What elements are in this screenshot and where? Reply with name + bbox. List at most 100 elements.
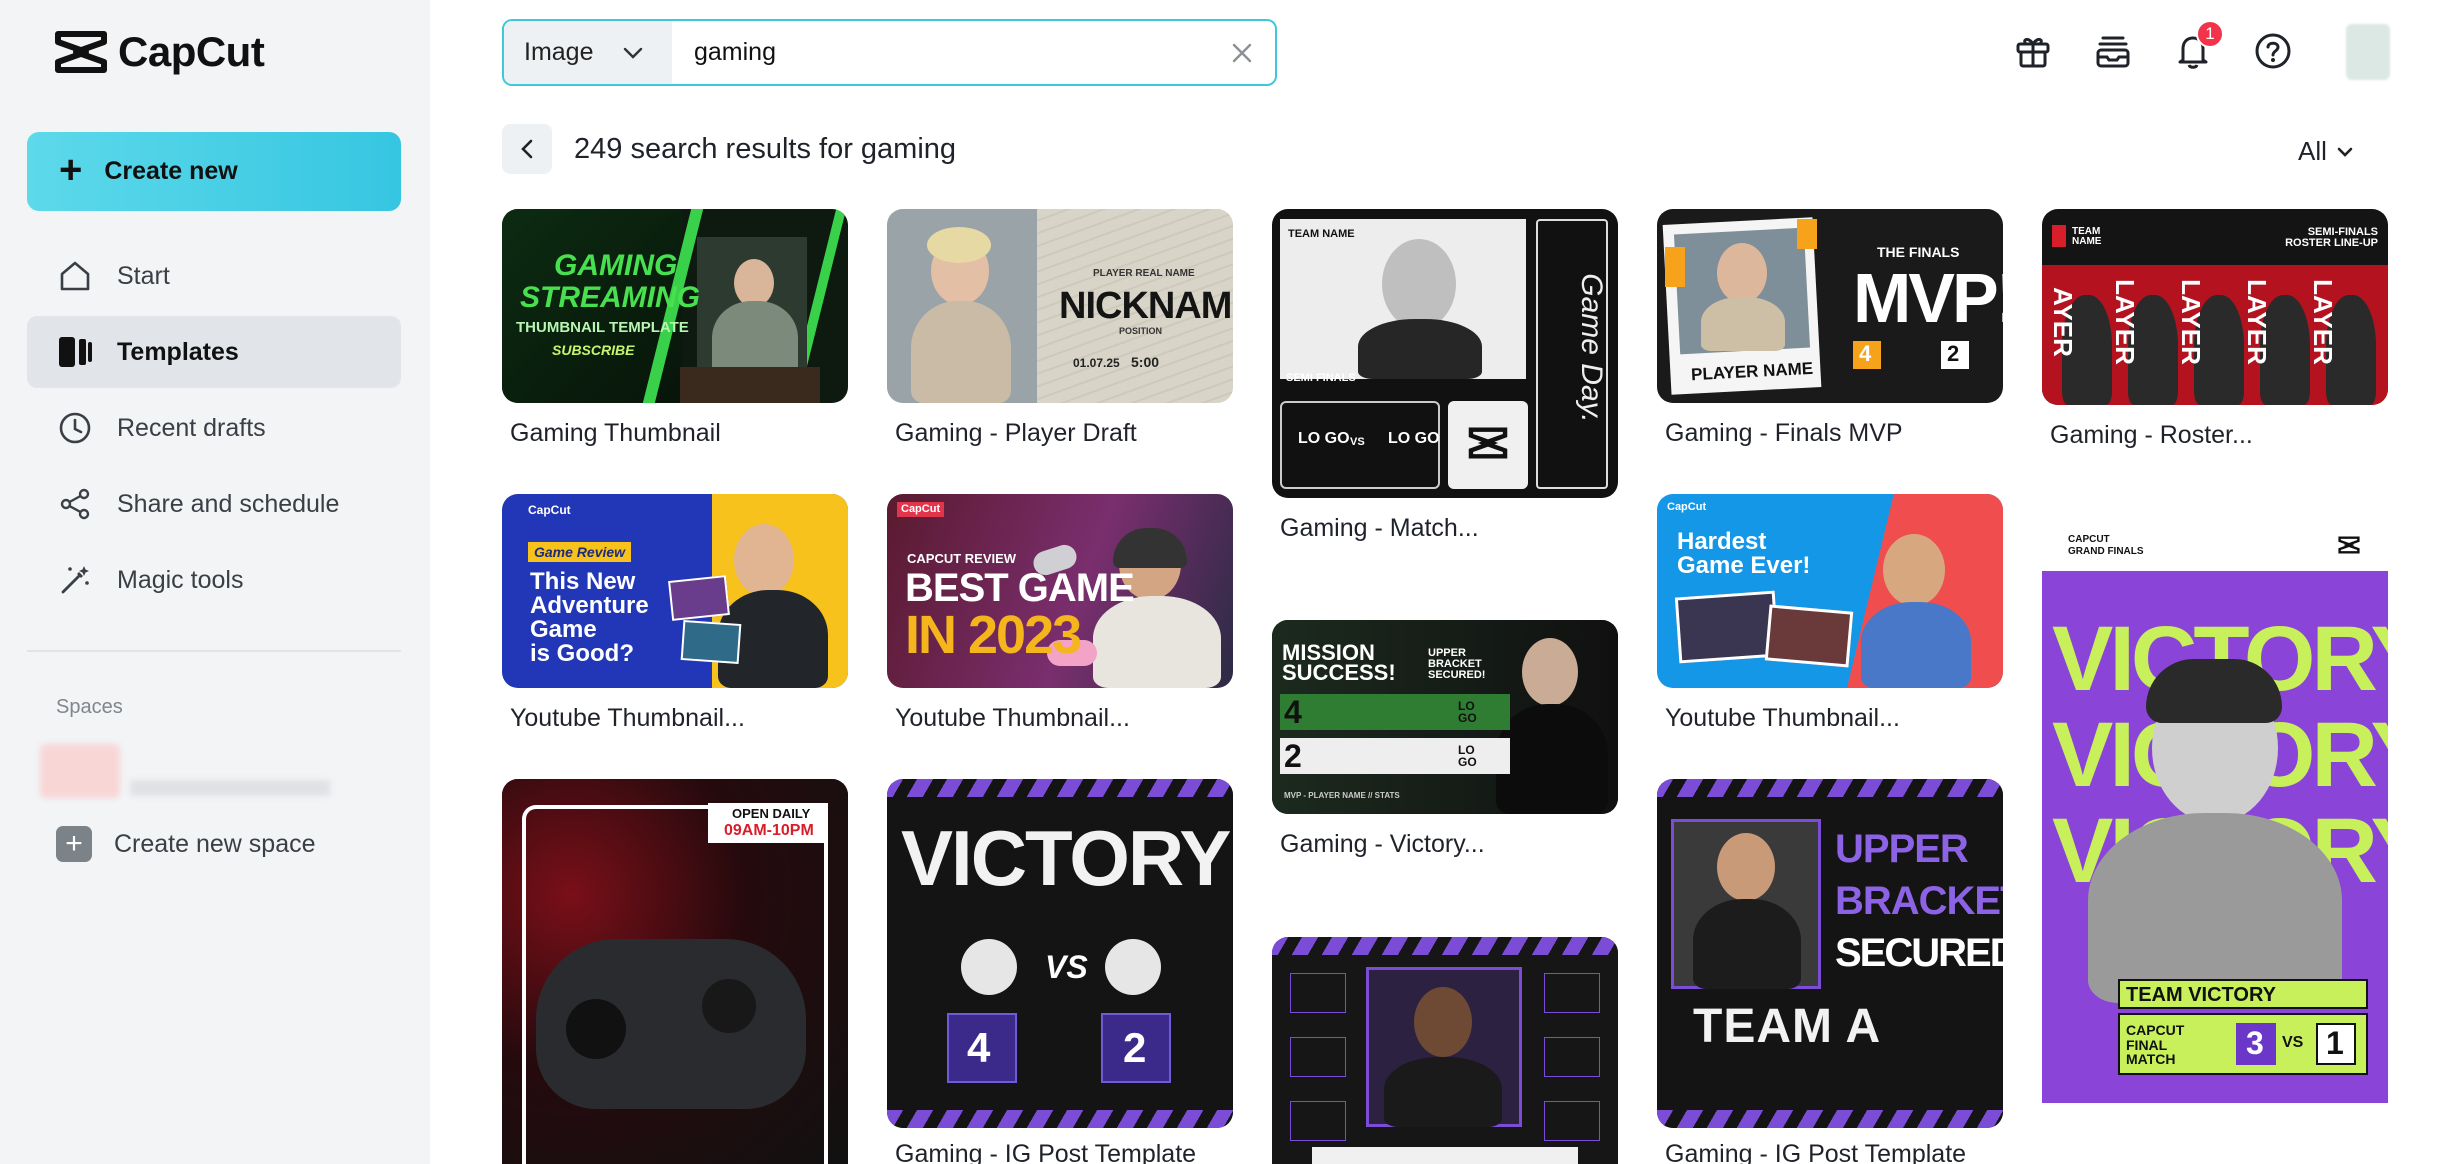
thumbnail-text: VS [1350,436,1365,448]
templates-icon [57,334,93,370]
thumbnail-text: CapCut [897,502,945,517]
capcut-logo-icon [1468,427,1508,459]
thumbnail-logo [2052,225,2066,247]
template-title: Gaming - Match... [1280,514,1479,542]
template-card-youtube-thumbnail-hardest-game[interactable]: CapCut Hardest Game Ever! Youtube Thumbn… [1657,494,2003,744]
user-avatar[interactable] [2346,24,2390,80]
create-new-space-label: Create new space [114,829,316,858]
template-card-youtube-thumbnail[interactable]: CapCut Game Review This New Adventure Ga… [502,494,848,744]
capcut-logo-icon [55,31,107,73]
thumbnail-person [734,259,774,307]
sidebar-item-recent-drafts[interactable]: Recent drafts [27,392,401,464]
thumbnail-text: BEST GAME [905,566,1135,610]
template-card-ig-post-victory[interactable]: VICTORY VS 4 2 Gaming - IG Post Template [887,779,1233,1164]
template-thumbnail: CapCut CAPCUT REVIEW BEST GAME IN 2023 [887,494,1233,688]
thumbnail-text: OPEN DAILY [732,806,811,821]
inbox-stack-icon [2096,36,2130,68]
create-new-button[interactable]: + Create new [27,132,401,211]
create-new-space-button[interactable]: + Create new space [56,826,316,862]
thumbnail-person [1384,1057,1502,1127]
thumbnail-text: LO GO [1458,743,1477,769]
thumbnail-text: CAPCUT REVIEW [907,551,1017,566]
thumbnail-accent [1665,247,1685,287]
thumbnail-sponsor-box [1290,973,1346,1013]
template-card-ig-post-upper-bracket[interactable]: UPPER BRACKET SECURED! TEAM A Gaming - I… [1657,779,2003,1164]
gift-button[interactable] [2010,28,2056,74]
thumbnail-text: TEAM NAME [2072,226,2102,247]
search-input[interactable] [672,21,1209,84]
thumbnail-text: Game Ever! [1677,552,1811,579]
template-card-gaming-thumbnail[interactable]: GAMING STREAMING THUMBNAIL TEMPLATE SUBS… [502,209,848,459]
sidebar-item-start[interactable]: Start [27,240,401,312]
thumbnail-text: 09AM-10PM [724,822,814,839]
sidebar-item-magic-tools[interactable]: Magic tools [27,544,401,616]
thumbnail-desk [680,367,820,403]
thumbnail-text: LO GO [1298,430,1350,447]
home-icon [57,258,93,294]
template-title: Gaming - Finals MVP [1665,419,1903,447]
thumbnail-text: NICKNAME [1059,285,1233,327]
thumbnail-team-logo [961,939,1017,995]
thumbnail-text: CAPCUT FINAL MATCH [2126,1022,2185,1068]
template-card-esports-purple[interactable] [1272,937,1618,1164]
template-card-player-draft[interactable]: PLAYER REAL NAME NICKNAME POSITION 01.07… [887,209,1233,459]
thumbnail-person [1522,638,1578,706]
thumbnail-border [1657,779,2003,797]
thumbnail-text: 2 [1123,1024,1147,1071]
thumbnail-text: PLAYER REAL NAME [1093,268,1195,279]
inbox-stack-button[interactable] [2090,28,2136,74]
template-thumbnail: TEAM NAME Game Day. SEMI FINALS LO GO VS… [1272,209,1618,498]
thumbnail-headset [1113,528,1187,568]
thumbnail-screenshot [680,620,742,664]
template-title: Gaming - Roster... [2050,421,2253,449]
thumbnail-text: BRACKET [1835,879,2003,923]
clear-search-button[interactable] [1209,21,1275,84]
back-button[interactable] [502,124,552,174]
thumbnail-team-logo [1105,939,1161,995]
thumbnail-text: MVP! [1853,259,2003,337]
search-bar: Image [502,19,1277,86]
thumbnail-accent [1797,219,1817,249]
filter-label: All [2298,136,2327,166]
search-type-label: Image [524,38,594,66]
template-thumbnail: PLAYER REAL NAME NICKNAME POSITION 01.07… [887,209,1233,403]
sidebar-nav: Start Templates Recent drafts Share and … [27,240,401,620]
template-card-victory-poster[interactable]: CAPCUT GRAND FINALS VICTORY! VICTORY! VI… [2042,523,2388,1164]
template-title: Gaming - IG Post Template [895,1140,1197,1164]
thumbnail-border [887,1110,1233,1128]
sidebar-item-templates[interactable]: Templates [27,316,401,388]
template-card-youtube-thumbnail-best-game[interactable]: CapCut CAPCUT REVIEW BEST GAME IN 2023 Y… [887,494,1233,744]
notifications-button[interactable]: 1 [2170,20,2224,74]
thumbnail-person [1717,833,1775,901]
thumbnail-text: STREAMING [520,281,700,314]
sidebar-item-share-and-schedule[interactable]: Share and schedule [27,468,401,540]
thumbnail-person [2088,813,2342,1003]
thumbnail-text: LO GO [1388,430,1440,447]
space-item-blurred[interactable] [40,742,330,802]
template-card-finals-mvp[interactable]: PLAYER NAME THE FINALS MVP! 4 2 Gaming -… [1657,209,2003,459]
logo-text: CapCut [118,28,265,75]
capcut-logo[interactable]: CapCut [54,28,265,76]
thumbnail-person [1861,602,1971,688]
search-type-dropdown[interactable]: Image [504,21,672,84]
template-card-gaming-victory[interactable]: MISSION SUCCESS! UPPER BRACKET SECURED! … [1272,620,1618,870]
share-icon [57,486,93,522]
template-card-controller-poster[interactable]: OPEN DAILY 09AM-10PM [502,779,848,1164]
thumbnail-text: Game Day. [1574,273,1608,423]
results-filter-dropdown[interactable]: All [2298,136,2353,167]
template-thumbnail: TEAM NAME SEMI-FINALS ROSTER LINE-UP AYE… [2042,209,2388,405]
template-card-match-game-day[interactable]: TEAM NAME Game Day. SEMI FINALS LO GO VS… [1272,209,1618,549]
thumbnail-text: VICTORY [901,814,1231,902]
thumbnail-text: 4 [1284,694,1302,730]
thumbnail-text: LO GO [1458,699,1477,725]
thumbnail-text: Adventure [530,592,649,619]
help-button[interactable] [2250,28,2296,74]
thumbnail-text: SEMI FINALS [1286,372,1356,384]
sidebar-item-label: Magic tools [117,565,244,594]
thumbnail-text: 01.07.25 [1073,356,1120,370]
thumbnail-screenshot [1764,604,1854,668]
thumbnail-text: CAPCUT [2068,534,2110,545]
thumbnail-text: CapCut [1667,501,1707,513]
thumbnail-buttons [702,979,756,1033]
template-card-roster[interactable]: TEAM NAME SEMI-FINALS ROSTER LINE-UP AYE… [2042,209,2388,459]
